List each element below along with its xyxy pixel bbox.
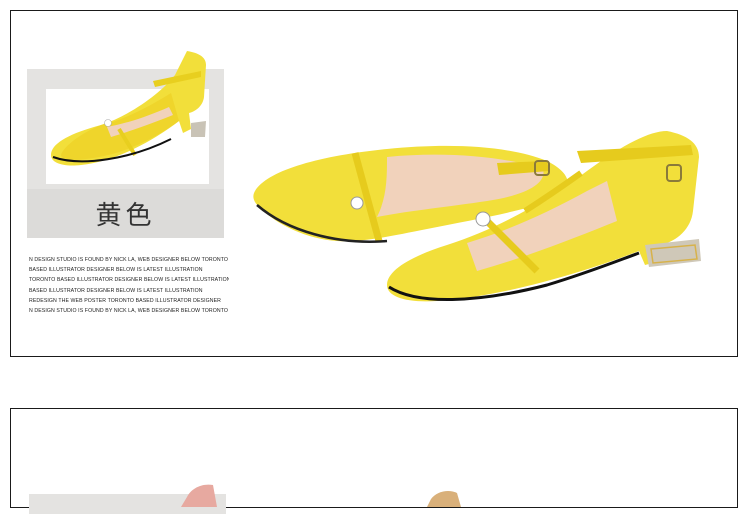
rhinestone-icon [350,196,364,210]
description-line: N DESIGN STUDIO IS FOUND BY NICK LA, WEB… [29,308,229,315]
description-line: BASED ILLUSTRATOR DESIGNER BELOW IS LATE… [29,287,203,294]
product-panel-pink [10,408,738,514]
product-panel-yellow: 黄色 N DESIGN STUDIO IS FOUND BY NICK LA, … [10,10,738,357]
description-line: BASED ILLUSTRATOR DESIGNER BELOW IS LATE… [29,267,203,274]
description-line: N DESIGN STUDIO IS FOUND BY NICK LA, WEB… [29,257,229,263]
color-label: 黄色 [95,201,156,231]
description-line: TORONTO BASED ILLUSTRATOR DESIGNER BELOW… [29,277,229,284]
rhinestone-icon [104,119,112,127]
pink-shoe-image[interactable] [161,477,621,507]
rhinestone-icon [475,211,491,227]
product-description: N DESIGN STUDIO IS FOUND BY NICK LA, WEB… [29,255,229,316]
main-shoe-image[interactable] [247,121,707,321]
color-label-box: 黄色 [27,189,224,238]
description-line: REDESIGN THE WEB POSTER TORONTO BASED IL… [29,297,222,304]
thumbnail-shoe-image[interactable] [41,51,241,181]
